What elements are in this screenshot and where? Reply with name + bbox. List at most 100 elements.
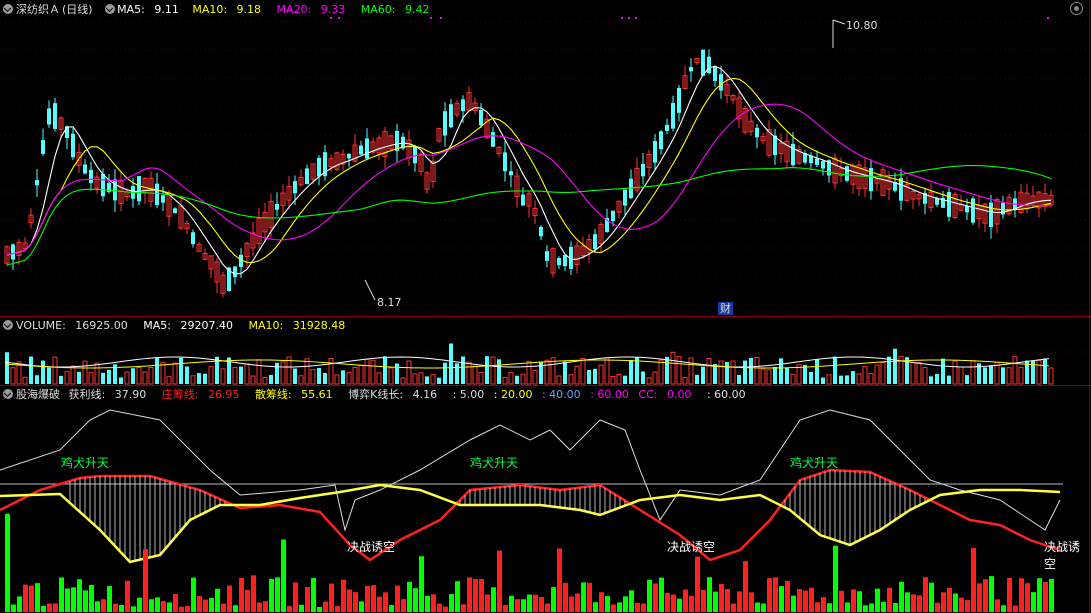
volume-bar-down [851, 371, 855, 384]
volume-bar-up [880, 361, 886, 385]
signal-bar [521, 599, 526, 612]
volume-bar-up [136, 367, 142, 385]
volume-bar-up [1006, 367, 1012, 385]
signal-bar [845, 602, 850, 612]
candle-down [503, 152, 507, 172]
panel-menu-icon[interactable] [3, 4, 13, 14]
indicator-menu-icon[interactable] [105, 4, 116, 14]
volume-bar-down [275, 362, 279, 384]
main-chart-header: 深纺织Ａ (日线) MA5: 9.11 MA10: 9.18 MA20: 9.33… [0, 2, 441, 18]
volume-bar-up [10, 367, 16, 385]
volume-bar-up [958, 366, 964, 385]
cc-label: CC: [638, 388, 658, 401]
volume-bar-up [310, 369, 316, 385]
volume-bar-up [334, 374, 340, 385]
signal-bar [701, 589, 706, 612]
signal-bar [209, 598, 214, 612]
volume-bar-down [185, 366, 189, 384]
candle-down [233, 266, 237, 278]
volume-menu-icon[interactable] [3, 320, 13, 330]
signal-bar [101, 599, 106, 612]
value-1: : 5.00 [452, 388, 485, 401]
signal-bar [677, 598, 682, 612]
volume-bar-down [461, 356, 465, 384]
signal-bar [869, 603, 874, 612]
vol-ma10-label: MA10: [248, 319, 284, 332]
volume-bar-down [107, 369, 111, 384]
volume-bar-down [269, 374, 273, 384]
volume-bar-down [515, 375, 519, 384]
period-label[interactable]: (日线) [62, 3, 93, 16]
signal-bar [431, 594, 436, 612]
signal-bar [737, 591, 742, 612]
candle-down [35, 180, 39, 186]
signal-bar [683, 589, 688, 612]
signal-bar [899, 581, 904, 612]
signal-bar [323, 601, 328, 612]
volume-bar-up [172, 362, 178, 385]
signal-bar [971, 548, 976, 612]
signal-bar [191, 577, 196, 612]
volume-bar-down [323, 373, 327, 384]
signal-bar [983, 579, 988, 612]
signal-bar [311, 577, 316, 612]
value-2: : 20.00 [493, 388, 533, 401]
san-label: 散筹线: [254, 388, 292, 401]
signal-bar [623, 596, 628, 612]
volume-bar-up [646, 377, 652, 385]
signal-bar [53, 603, 58, 612]
volume-bar-down [239, 366, 243, 384]
cc-value: 0.00 [666, 388, 692, 401]
signal-bar [497, 550, 502, 612]
rise-label: 鸡犬升天 [790, 456, 839, 470]
candle-down [191, 232, 195, 245]
volume-bar-up [220, 368, 226, 385]
volume-bar-down [773, 366, 777, 384]
volume-bar-down [425, 376, 429, 384]
ma60-value: 9.42 [404, 3, 430, 16]
finance-badge[interactable]: 财 [718, 302, 733, 315]
signal-bar [995, 599, 1000, 612]
fall-label: 决战诱空 [667, 540, 716, 554]
volume-bar-down [839, 375, 843, 384]
signal-bar [353, 592, 358, 612]
candle-down [755, 127, 759, 138]
signal-bar [71, 587, 76, 612]
chart-canvas[interactable] [0, 0, 1091, 613]
signal-bar [779, 586, 784, 612]
signal-bar [563, 582, 568, 612]
ma5-line [6, 65, 1052, 275]
volume-bar-up [580, 357, 586, 385]
signal-bar [389, 605, 394, 612]
signal-bar [617, 602, 622, 612]
volume-bar-up [412, 373, 418, 385]
candle-down [101, 173, 105, 197]
ma5-value: 9.11 [154, 3, 179, 16]
signal-bar [83, 590, 88, 612]
value-3: : 40.00 [541, 388, 581, 401]
volume-bar-up [1012, 356, 1018, 385]
volume-bar-down [179, 357, 183, 384]
volume-bar-up [70, 365, 76, 385]
signal-bar [533, 594, 538, 612]
signal-bar [887, 587, 892, 612]
signal-bar [455, 581, 460, 612]
volume-bar-up [670, 351, 676, 385]
signal-bar [851, 589, 856, 612]
volume-bar-down [725, 361, 729, 384]
candle-down [821, 161, 825, 169]
signal-bar [203, 599, 208, 612]
signal-bar [731, 603, 736, 612]
indicator-panel-menu-icon[interactable] [3, 389, 13, 399]
candle-down [563, 254, 567, 267]
volume-bar-down [293, 368, 297, 384]
signal-bar [299, 604, 304, 612]
candle-down [671, 103, 675, 129]
volume-bar-up [556, 375, 562, 385]
volume-bar-up [862, 365, 868, 385]
volume-bar-up [520, 373, 526, 385]
volume-bar-down [41, 360, 45, 384]
volume-bar-down [29, 356, 33, 384]
volume-bar-up [232, 367, 238, 385]
volume-bar-down [317, 367, 321, 384]
